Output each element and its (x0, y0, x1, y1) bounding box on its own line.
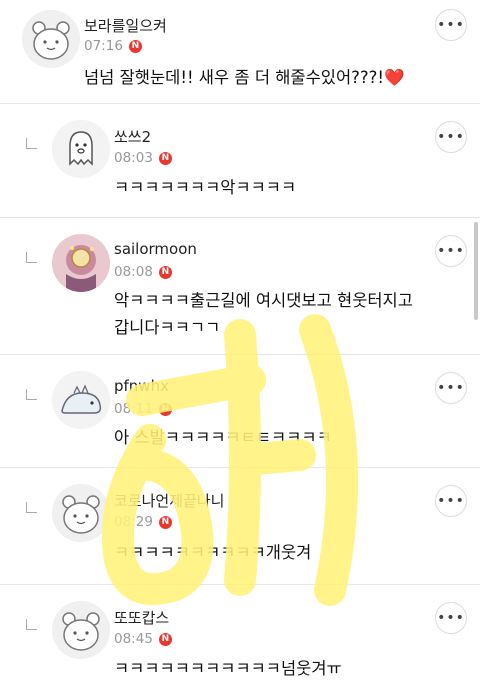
comment-text: ㅋㅋㅋㅋㅋㅋㅋㅋㅋㅋㅋ넘웃겨ㅠ (114, 655, 342, 682)
comment-text: 아 스발ㅋㅋㅋㅋㅋㅌㅌㅋㅋㅋㅋ (114, 424, 332, 451)
comment-text: ㅋㅋㅋㅋㅋㅋㅋ악ㅋㅋㅋㅋ (114, 174, 296, 201)
new-badge: N (128, 39, 142, 53)
comment-time: 08:03 (114, 150, 153, 166)
comment-meta: 08:45 N (114, 631, 172, 647)
comment-time: 08:45 (114, 631, 153, 647)
more-options-button[interactable]: ••• (435, 235, 467, 267)
more-options-button[interactable]: ••• (435, 9, 467, 41)
reply-arrow-icon (26, 389, 37, 400)
comment-text: ㅋㅋㅋㅋㅋㅋㅋㅋㅋㅋ개웃겨 (114, 539, 311, 566)
sailormoon-avatar-icon[interactable] (52, 234, 110, 292)
comment-time: 08:08 (114, 264, 153, 280)
reply-arrow-icon (26, 502, 37, 513)
comment-text-line: 갑니다ㅋㅋㄱㄱ (114, 318, 221, 337)
comment-meta: 08:11 N (114, 401, 172, 417)
reply-comment-item: sailormoon 08:08 N ••• 악ㅋㅋㅋㅋ출근길에 여시댓보고 현… (0, 218, 480, 355)
more-options-button[interactable]: ••• (435, 602, 467, 634)
comment-nickname[interactable]: pfnwhx (114, 377, 169, 395)
comment-text-line: ㅋㅋㅋㅋㅋㅋㅋㅋㅋㅋㅋ넘웃겨ㅠ (114, 659, 342, 678)
hamster-avatar-icon[interactable] (22, 10, 80, 68)
comment-nickname[interactable]: 코로나언제끝나니 (114, 490, 224, 511)
comment-nickname[interactable]: 또또캅스 (114, 607, 169, 628)
reply-comment-item: 쏘쓰2 08:03 N ••• ㅋㅋㅋㅋㅋㅋㅋ악ㅋㅋㅋㅋ (0, 104, 480, 218)
dinosaur-avatar-icon[interactable] (52, 371, 110, 429)
comment-nickname[interactable]: 쏘쓰2 (114, 126, 151, 147)
reply-arrow-icon (26, 138, 37, 149)
comment-text-line: 악ㅋㅋㅋㅋ출근길에 여시댓보고 현웃터지고 (114, 291, 413, 310)
ghost-avatar-icon[interactable] (52, 120, 110, 178)
comment-meta: 08:08 N (114, 264, 172, 280)
reply-arrow-icon (26, 619, 37, 630)
comment-nickname[interactable]: sailormoon (114, 240, 197, 258)
comment-text-line: ㅋㅋㅋㅋㅋㅋㅋㅋㅋㅋ개웃겨 (114, 543, 312, 562)
comment-meta: 08:03 N (114, 150, 172, 166)
comment-time: 08:29 (114, 514, 153, 530)
reply-comment-item: 코로나언제끝나니 08:29 N ••• ㅋㅋㅋㅋㅋㅋㅋㅋㅋㅋ개웃겨 (0, 468, 480, 585)
more-options-button[interactable]: ••• (435, 485, 467, 517)
comment-text-line: 넘넘 잘햇눈데!! 새우 좀 더 해줄수있어???! (84, 68, 385, 87)
comment-text-line: ㅋㅋㅋㅋㅋㅋㅋ악ㅋㅋㅋㅋ (114, 178, 297, 197)
reply-comment-item: pfnwhx 08:11 N ••• 아 스발ㅋㅋㅋㅋㅋㅌㅌㅋㅋㅋㅋ (0, 355, 480, 468)
comment-text: 넘넘 잘햇눈데!! 새우 좀 더 해줄수있어???!❤️ (84, 64, 405, 91)
comment-time: 07:16 (84, 38, 123, 54)
hamster-avatar-icon[interactable] (52, 484, 110, 542)
reply-comment-item: 또또캅스 08:45 N ••• ㅋㅋㅋㅋㅋㅋㅋㅋㅋㅋㅋ넘웃겨ㅠ (0, 585, 480, 690)
new-badge: N (158, 402, 172, 416)
reply-arrow-icon (26, 252, 37, 263)
new-badge: N (158, 151, 172, 165)
scrollbar[interactable] (474, 222, 478, 320)
comment-meta: 07:16 N (84, 38, 142, 54)
comment-time: 08:11 (114, 401, 153, 417)
hamster-avatar-icon[interactable] (52, 601, 110, 659)
new-badge: N (158, 515, 172, 529)
comment-item: 보라를일으켜 07:16 N ••• 넘넘 잘햇눈데!! 새우 좀 더 해줄수있… (0, 0, 480, 104)
comment-text-line: 아 스발ㅋㅋㅋㅋㅋㅌㅌㅋㅋㅋㅋ (114, 428, 332, 447)
heart-emoji: ❤️ (384, 68, 405, 87)
new-badge: N (158, 632, 172, 646)
comment-text: 악ㅋㅋㅋㅋ출근길에 여시댓보고 현웃터지고 갑니다ㅋㅋㄱㄱ (114, 287, 413, 341)
more-options-button[interactable]: ••• (435, 121, 467, 153)
comment-meta: 08:29 N (114, 514, 172, 530)
comment-nickname[interactable]: 보라를일으켜 (84, 15, 167, 36)
new-badge: N (158, 265, 172, 279)
more-options-button[interactable]: ••• (435, 372, 467, 404)
